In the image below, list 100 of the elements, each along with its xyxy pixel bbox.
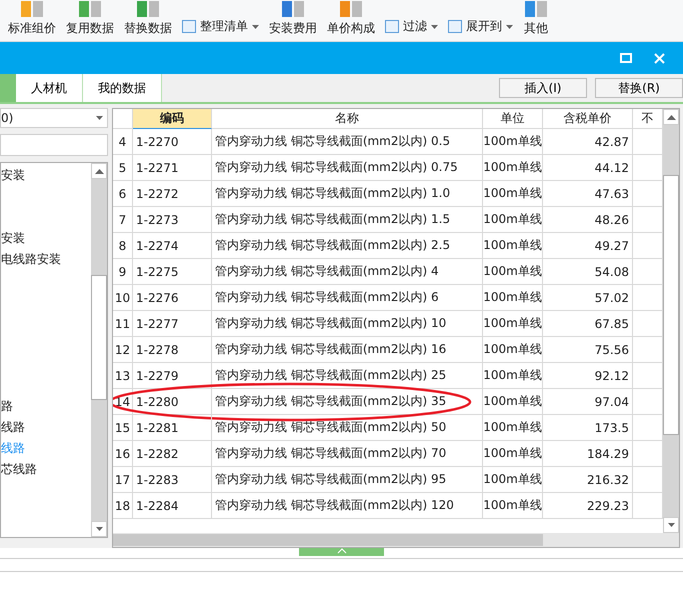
table-cell: 1-2280 [133,389,212,415]
horizontal-scrollbar[interactable] [113,533,679,547]
tab[interactable]: 我的数据 [83,74,162,102]
table-cell: 100m单线 [483,415,543,441]
table-cell: 1-2270 [133,129,212,155]
scrollbar[interactable] [91,163,107,537]
list-icon [182,20,196,33]
toolbar-button[interactable]: 安装费用 [269,20,317,37]
table-cell: 1-2276 [133,285,212,311]
row-number: 10 [113,285,133,311]
table-cell: 1-2278 [133,337,212,363]
table-cell: 1-2281 [133,415,212,441]
table-cell: 42.87 [543,129,633,155]
table-cell: 48.26 [543,207,633,233]
table-cell: 67.85 [543,311,633,337]
table-cell: 173.5 [543,415,633,441]
table-cell: 1-2282 [133,441,212,467]
row-number: 6 [113,181,133,207]
table-cell: 管内穿动力线 铜芯导线截面(mm2以内) 0.5 [212,129,483,155]
column-header[interactable]: 名称 [212,109,483,129]
scrollbar[interactable] [663,109,679,533]
row-number: 17 [113,467,133,493]
action-button[interactable]: 替换(R) [595,78,683,98]
collapse-handle[interactable] [299,548,384,556]
toolbar-button[interactable]: 其他 [524,20,548,37]
row-number: 8 [113,233,133,259]
table-cell: 100m单线 [483,233,543,259]
table-cell: 1-2275 [133,259,212,285]
table-cell: 管内穿动力线 铜芯导线截面(mm2以内) 50 [212,415,483,441]
table-cell: 44.12 [543,155,633,181]
list-icon [448,20,462,33]
toolbar-button[interactable]: 展开到 [466,18,502,35]
table-cell: 管内穿动力线 铜芯导线截面(mm2以内) 0.75 [212,155,483,181]
row-number: 12 [113,337,133,363]
up-arrow-icon[interactable] [94,168,104,174]
toolbar-icon [135,0,161,18]
toolbar-button[interactable]: 单价构成 [327,20,375,37]
table-cell: 1-2274 [133,233,212,259]
tree-item[interactable]: 安装 [1,168,25,182]
table-cell: 管内穿动力线 铜芯导线截面(mm2以内) 6 [212,285,483,311]
tree-item[interactable]: 电线路安装 [1,252,61,266]
table-cell: 100m单线 [483,337,543,363]
column-header[interactable]: 含税单价 [543,109,633,129]
column-header[interactable]: 不 [633,109,663,129]
column-header[interactable]: 单位 [483,109,543,129]
table-cell: 1-2283 [133,467,212,493]
table-cell: 47.63 [543,181,633,207]
table-cell: 1-2279 [133,363,212,389]
toolbar-icon [338,0,364,18]
dropdown[interactable]: 0) [0,108,108,128]
toolbar-icon [523,0,549,18]
table-cell: 100m单线 [483,181,543,207]
tree-item[interactable]: 路 [1,399,13,413]
toolbar-button[interactable]: 过滤 [403,18,427,35]
table-cell: 1-2277 [133,311,212,337]
tree-item[interactable]: 芯线路 [1,462,37,476]
table-cell: 92.12 [543,363,633,389]
toolbar-button[interactable]: 复用数据 [66,20,114,37]
table-cell: 管内穿动力线 铜芯导线截面(mm2以内) 120 [212,493,483,519]
table-cell: 管内穿动力线 铜芯导线截面(mm2以内) 1.5 [212,207,483,233]
table-cell: 1-2272 [133,181,212,207]
toolbar-icon [280,0,306,18]
table-cell: 100m单线 [483,285,543,311]
row-number: 4 [113,129,133,155]
action-button[interactable]: 插入(I) [499,78,587,98]
tree-item[interactable]: 安装 [1,231,25,245]
search-field[interactable] [0,134,108,156]
table-cell: 75.56 [543,337,633,363]
table-cell: 管内穿动力线 铜芯导线截面(mm2以内) 70 [212,441,483,467]
table-cell: 57.02 [543,285,633,311]
table-cell: 54.08 [543,259,633,285]
table-cell: 229.23 [543,493,633,519]
table-cell: 1-2273 [133,207,212,233]
table-cell: 管内穿动力线 铜芯导线截面(mm2以内) 2.5 [212,233,483,259]
table-cell: 100m单线 [483,207,543,233]
table-cell: 1-2284 [133,493,212,519]
table-cell: 管内穿动力线 铜芯导线截面(mm2以内) 25 [212,363,483,389]
caret-icon [96,527,102,531]
toolbar-button[interactable]: 整理清单 [200,18,248,35]
maximize-icon[interactable] [620,53,632,63]
column-header[interactable]: 编码 [133,109,212,129]
row-number: 13 [113,363,133,389]
row-number: 16 [113,441,133,467]
table-cell: 49.27 [543,233,633,259]
close-icon[interactable] [654,52,665,64]
tree-item[interactable]: 线路 [1,420,25,434]
table-cell: 管内穿动力线 铜芯导线截面(mm2以内) 1.0 [212,181,483,207]
toolbar-icon [19,0,45,18]
toolbar-button[interactable]: 标准组价 [8,20,56,37]
tab[interactable]: 人材机 [16,74,83,102]
table-cell: 100m单线 [483,441,543,467]
up-arrow-icon[interactable] [666,114,676,120]
table-cell: 100m单线 [483,155,543,181]
table-cell: 100m单线 [483,467,543,493]
row-number: 5 [113,155,133,181]
table-cell: 216.32 [543,467,633,493]
table-cell: 100m单线 [483,259,543,285]
row-number: 7 [113,207,133,233]
table-cell: 100m单线 [483,493,543,519]
toolbar-button[interactable]: 替换数据 [124,20,172,37]
